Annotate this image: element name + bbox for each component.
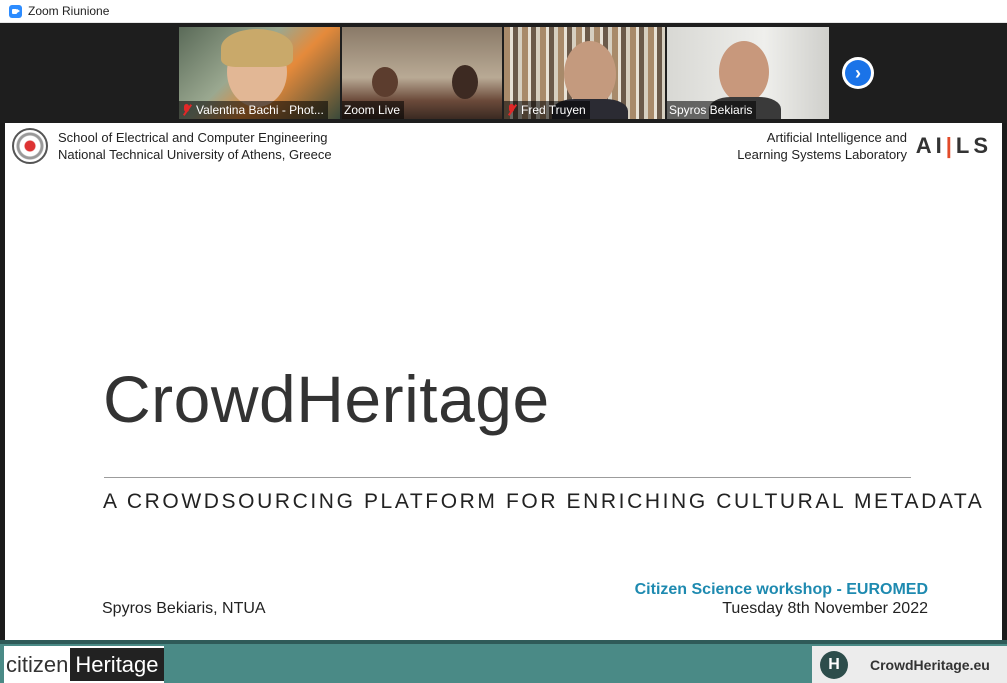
microphone-muted-icon: [506, 104, 517, 116]
logo-citizen-text: citizen: [6, 651, 69, 677]
slide-subtitle: A CROWDSOURCING PLATFORM FOR ENRICHING C…: [103, 490, 985, 513]
event-name: Citizen Science workshop - EUROMED: [634, 581, 928, 598]
participant-name: Zoom Live: [344, 103, 401, 117]
participant-name-bar: Spyros Bekiaris: [667, 101, 757, 119]
participant-tile-fred[interactable]: Fred Truyen: [504, 27, 665, 119]
participant-name: Fred Truyen: [521, 103, 586, 117]
presenter-name: Spyros Bekiaris, NTUA: [102, 600, 266, 617]
citizen-heritage-logo: citizen Heritage: [4, 646, 164, 683]
participant-tile-zoom-live[interactable]: Zoom Live: [342, 27, 502, 119]
university-name: National Technical University of Athens,…: [58, 147, 332, 162]
school-heading: School of Electrical and Computer Engine…: [58, 129, 332, 163]
participant-name-bar: Zoom Live: [342, 101, 405, 119]
participant-name: Spyros Bekiaris: [669, 103, 753, 117]
window-title-bar: Zoom Riunione: [0, 0, 1007, 23]
participant-name: Valentina Bachi - Phot...: [196, 103, 324, 117]
event-date: Tuesday 8th November 2022: [722, 600, 928, 617]
next-participants-button[interactable]: ›: [842, 57, 874, 89]
participant-tile-valentina[interactable]: Valentina Bachi - Phot...: [179, 27, 340, 119]
window-title: Zoom Riunione: [28, 4, 110, 18]
shared-slide: School of Electrical and Computer Engine…: [5, 123, 1002, 640]
participant-name-bar: Fred Truyen: [504, 101, 590, 119]
logo-heritage-text: Heritage: [70, 648, 164, 681]
footer-divider: [0, 640, 1007, 644]
school-name: School of Electrical and Computer Engine…: [58, 130, 328, 145]
ails-logo: AI|LS: [915, 133, 992, 158]
crowdheritage-mark-icon: H: [820, 650, 848, 679]
lab-name-line2: Learning Systems Laboratory: [737, 147, 907, 162]
microphone-muted-icon: [181, 104, 192, 116]
lab-name-line1: Artificial Intelligence and: [766, 130, 907, 145]
crowdheritage-site-text: CrowdHeritage.eu: [870, 656, 990, 673]
crowdheritage-logo: H CrowdHeritage.eu: [812, 646, 1007, 683]
chevron-right-icon: ›: [845, 60, 871, 86]
zoom-app-icon: [9, 4, 22, 18]
ntua-seal-logo: [12, 128, 48, 164]
participant-name-bar: Valentina Bachi - Phot...: [179, 101, 328, 119]
slide-title: CrowdHeritage: [103, 362, 550, 436]
title-divider: [104, 477, 911, 478]
lab-heading: Artificial Intelligence and Learning Sys…: [737, 129, 907, 163]
participant-tile-spyros[interactable]: Spyros Bekiaris: [667, 27, 829, 119]
